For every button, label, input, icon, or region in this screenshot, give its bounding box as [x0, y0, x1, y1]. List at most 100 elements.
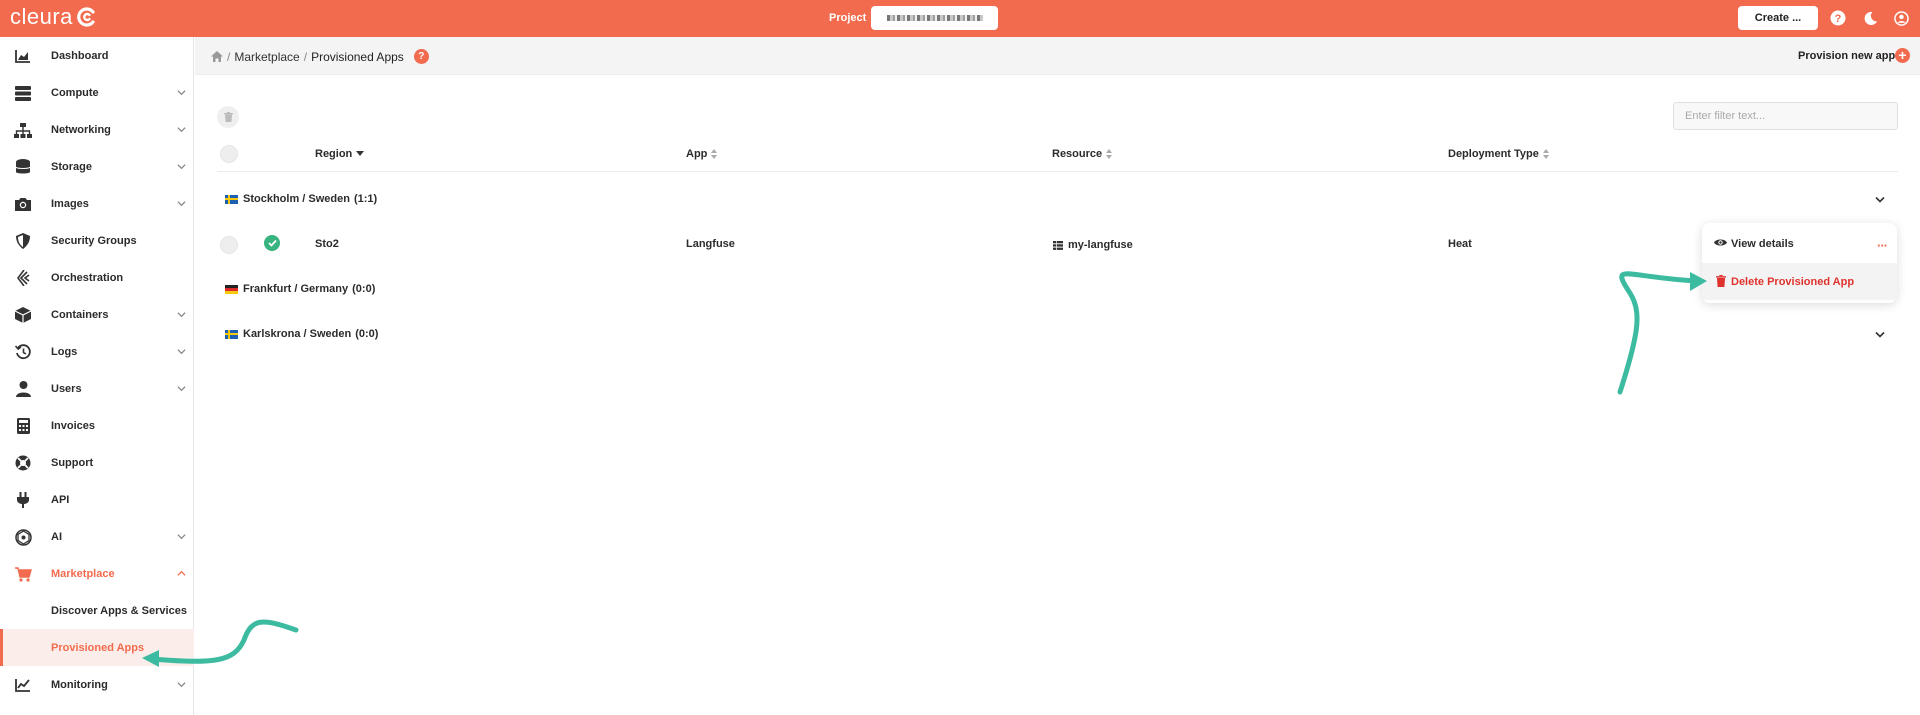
- column-header-label: Deployment Type: [1448, 148, 1539, 160]
- logo-text: cleura: [10, 4, 73, 29]
- sidebar-item-label: Logs: [51, 345, 78, 358]
- cell-deployment-type: Heat: [1448, 238, 1472, 250]
- top-bar: cleura Project Create ... ?: [0, 0, 1920, 37]
- trash-icon: [1716, 275, 1726, 287]
- sidebar-item-containers[interactable]: Containers: [0, 296, 194, 333]
- trash-icon: [223, 112, 233, 122]
- sidebar-subitem-label: Discover Apps & Services: [51, 604, 187, 617]
- sidebar-item-label: Networking: [51, 123, 111, 136]
- sidebar-item-networking[interactable]: Networking: [0, 111, 194, 148]
- sidebar-item-logs[interactable]: Logs: [0, 333, 194, 370]
- breadcrumb-current: Provisioned Apps: [311, 49, 404, 64]
- sidebar-subitem-discover-apps[interactable]: Discover Apps & Services: [0, 592, 194, 629]
- chevron-down-icon: [177, 164, 186, 170]
- sidebar-item-label: Users: [51, 382, 82, 395]
- sidebar-item-ai[interactable]: AI: [0, 518, 194, 555]
- server-icon: [14, 84, 32, 102]
- breadcrumb-separator: /: [227, 49, 231, 64]
- filter-input[interactable]: [1673, 102, 1898, 130]
- svg-text:?: ?: [1835, 13, 1842, 25]
- breadcrumb-marketplace[interactable]: Marketplace: [234, 50, 299, 64]
- sort-icon: [1106, 149, 1113, 159]
- chevron-down-icon: [177, 349, 186, 355]
- sidebar-item-label: AI: [51, 530, 62, 543]
- chart-line-icon: [14, 676, 32, 694]
- annotation-arrow-delete: [1617, 271, 1707, 395]
- region-group-karlskrona[interactable]: Karlskrona / Sweden (0:0): [225, 326, 378, 342]
- provision-new-app-link[interactable]: Provision new app: [1798, 50, 1895, 62]
- chevron-down-icon[interactable]: [1875, 331, 1885, 339]
- sidebar-item-label: Support: [51, 456, 94, 469]
- sort-icon: [1542, 149, 1549, 159]
- sidebar-item-label: Marketplace: [51, 567, 115, 580]
- breadcrumb: / Marketplace / Provisioned Apps ?: [211, 49, 429, 64]
- sidebar-item-api[interactable]: API: [0, 481, 194, 518]
- cleura-logo[interactable]: cleura: [10, 4, 97, 30]
- chevron-down-icon: [177, 312, 186, 318]
- chevron-down-icon: [177, 682, 186, 688]
- cart-icon: [14, 565, 32, 583]
- chevron-up-icon: [177, 570, 186, 576]
- project-selector[interactable]: [871, 6, 998, 30]
- sidebar-item-label: Security Groups: [51, 234, 137, 247]
- column-header-resource[interactable]: Resource: [1052, 148, 1113, 160]
- history-icon: [14, 343, 32, 361]
- row-checkbox[interactable]: [220, 236, 238, 254]
- database-icon: [14, 158, 32, 176]
- region-group-count: (0:0): [352, 283, 376, 295]
- region-group-count: (1:1): [353, 193, 378, 205]
- region-group-frankfurt[interactable]: Frankfurt / Germany (0:0): [225, 281, 375, 297]
- delete-provisioned-app-menu-item[interactable]: Delete Provisioned App: [1702, 263, 1897, 300]
- sidebar-item-monitoring[interactable]: Monitoring: [0, 666, 194, 703]
- sidebar-item-images[interactable]: Images: [0, 185, 194, 222]
- help-icon[interactable]: ?: [413, 49, 429, 64]
- orchestration-icon: [14, 269, 32, 287]
- column-header-app[interactable]: App: [686, 148, 718, 160]
- more-options-icon[interactable]: ···: [1877, 238, 1888, 253]
- sidebar-item-label: Images: [51, 197, 89, 210]
- select-all-checkbox[interactable]: [220, 145, 238, 163]
- bulk-delete-button[interactable]: [217, 106, 239, 128]
- column-header-region[interactable]: Region: [315, 148, 365, 160]
- cell-resource[interactable]: my-langfuse: [1053, 239, 1133, 251]
- table-header-divider: [217, 171, 1898, 172]
- sidebar-item-orchestration[interactable]: Orchestration: [0, 259, 194, 296]
- view-details-menu-item[interactable]: View details ···: [1702, 225, 1897, 262]
- plus-icon[interactable]: +: [1895, 48, 1910, 63]
- region-group-label: Frankfurt / Germany: [243, 283, 349, 295]
- calculator-icon: [14, 417, 32, 435]
- ai-icon: [14, 528, 32, 546]
- column-header-deployment-type[interactable]: Deployment Type: [1448, 148, 1549, 160]
- cell-app: Langfuse: [686, 238, 735, 250]
- sweden-flag-icon: [225, 194, 238, 204]
- sidebar-item-label: Monitoring: [51, 678, 108, 691]
- sidebar-item-dashboard[interactable]: Dashboard: [0, 37, 194, 74]
- sidebar-subitem-label: Provisioned Apps: [51, 641, 145, 654]
- create-button[interactable]: Create ...: [1738, 6, 1818, 30]
- chevron-down-icon: [177, 90, 186, 96]
- sort-icon: [711, 149, 718, 159]
- sidebar-item-users[interactable]: Users: [0, 370, 194, 407]
- network-icon: [14, 121, 32, 139]
- column-header-label: App: [686, 148, 708, 160]
- sidebar-item-compute[interactable]: Compute: [0, 74, 194, 111]
- user-icon: [14, 380, 32, 398]
- sidebar-subitem-provisioned-apps[interactable]: Provisioned Apps: [0, 629, 194, 666]
- sidebar-item-security-groups[interactable]: Security Groups: [0, 222, 194, 259]
- home-icon[interactable]: [211, 51, 223, 62]
- sidebar-item-label: Dashboard: [51, 49, 109, 62]
- moon-icon[interactable]: [1861, 9, 1879, 27]
- sidebar-item-invoices[interactable]: Invoices: [0, 407, 194, 444]
- chevron-down-icon: [177, 534, 186, 540]
- sidebar-item-label: Storage: [51, 160, 92, 173]
- region-group-stockholm[interactable]: Stockholm / Sweden (1:1): [225, 191, 377, 207]
- column-header-label: Region: [315, 148, 353, 160]
- help-icon[interactable]: ?: [1829, 9, 1847, 27]
- cell-resource-label: my-langfuse: [1068, 239, 1133, 251]
- sidebar-item-support[interactable]: Support: [0, 444, 194, 481]
- cell-region: Sto2: [315, 238, 339, 250]
- sidebar-item-marketplace[interactable]: Marketplace: [0, 555, 194, 592]
- user-icon[interactable]: [1892, 9, 1910, 27]
- sidebar-item-storage[interactable]: Storage: [0, 148, 194, 185]
- chevron-down-icon[interactable]: [1875, 196, 1885, 204]
